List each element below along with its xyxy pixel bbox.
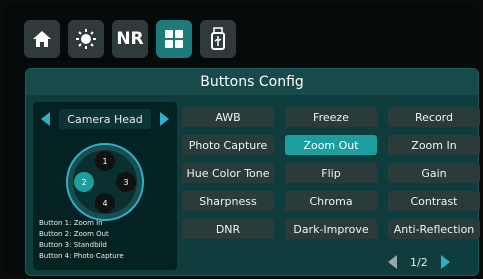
function-button-zoom-in[interactable]: Zoom In bbox=[388, 135, 480, 155]
function-button-record[interactable]: Record bbox=[388, 107, 480, 127]
svg-text:2: 2 bbox=[81, 178, 86, 187]
app-frame: NR Buttons Config Camera Head 1 2 3 4 Bu… bbox=[4, 4, 480, 276]
function-button-sharpness[interactable]: Sharpness bbox=[182, 191, 274, 211]
tab-noise-reduction[interactable]: NR bbox=[112, 20, 148, 58]
grid-icon bbox=[165, 30, 183, 48]
function-button-contrast[interactable]: Contrast bbox=[388, 191, 480, 211]
function-button-freeze[interactable]: Freeze bbox=[285, 107, 377, 127]
assignment-1: Button 1: Zoom In bbox=[39, 219, 103, 227]
svg-text:1: 1 bbox=[102, 157, 107, 166]
arrow-right-icon bbox=[160, 112, 169, 126]
nr-icon: NR bbox=[116, 29, 144, 49]
device-pane: Camera Head 1 2 3 4 Button 1: Zoom In Bu… bbox=[33, 102, 177, 270]
next-device-button[interactable] bbox=[157, 110, 171, 128]
home-icon bbox=[33, 31, 51, 47]
dpad-button-2[interactable]: 2 bbox=[74, 172, 94, 192]
next-page-icon[interactable] bbox=[440, 255, 450, 269]
function-button-dark-improve[interactable]: Dark-Improve bbox=[285, 219, 377, 239]
buttons-config-panel: Buttons Config Camera Head 1 2 3 4 Butto… bbox=[25, 68, 480, 276]
button-dpad: 1 2 3 4 bbox=[66, 143, 144, 221]
sun-icon bbox=[76, 29, 96, 49]
dpad-button-3[interactable]: 3 bbox=[116, 172, 136, 192]
svg-text:4: 4 bbox=[102, 199, 107, 208]
prev-device-button[interactable] bbox=[39, 110, 53, 128]
page-indicator: 1/2 bbox=[410, 255, 428, 269]
tab-home[interactable] bbox=[24, 20, 60, 58]
assignment-4: Button 4: Photo Capture bbox=[39, 252, 124, 260]
function-button-photo-capture[interactable]: Photo Capture bbox=[182, 135, 274, 155]
function-button-gain[interactable]: Gain bbox=[388, 163, 480, 183]
tab-brightness[interactable] bbox=[68, 20, 104, 58]
panel-title: Buttons Config bbox=[26, 69, 478, 95]
tab-buttons[interactable] bbox=[156, 20, 192, 58]
dpad-button-1[interactable]: 1 bbox=[95, 151, 115, 171]
function-button-flip[interactable]: Flip bbox=[285, 163, 377, 183]
prev-page-icon[interactable] bbox=[388, 255, 398, 269]
assignment-3: Button 3: Standbild bbox=[39, 241, 107, 249]
function-button-hue-color-tone[interactable]: Hue Color Tone bbox=[182, 163, 274, 183]
arrow-left-icon bbox=[41, 112, 50, 126]
button-assignment-list: Button 1: Zoom In Button 2: Zoom Out But… bbox=[39, 218, 124, 262]
function-button-dnr[interactable]: DNR bbox=[182, 219, 274, 239]
function-button-zoom-out[interactable]: Zoom Out bbox=[285, 135, 377, 155]
assignment-2: Button 2: Zoom Out bbox=[39, 230, 109, 238]
usb-icon bbox=[211, 27, 225, 50]
function-button-anti-reflection[interactable]: Anti-Reflection bbox=[388, 219, 480, 239]
device-label: Camera Head bbox=[59, 109, 151, 129]
pager: 1/2 bbox=[388, 255, 450, 269]
tab-usb[interactable] bbox=[200, 20, 236, 58]
device-selector: Camera Head bbox=[33, 108, 177, 130]
dpad-button-4[interactable]: 4 bbox=[95, 193, 115, 213]
svg-text:3: 3 bbox=[123, 178, 128, 187]
function-button-awb[interactable]: AWB bbox=[182, 107, 274, 127]
function-button-chroma[interactable]: Chroma bbox=[285, 191, 377, 211]
top-tab-bar: NR bbox=[24, 20, 236, 58]
function-grid: AWB Freeze Record Photo Capture Zoom Out… bbox=[182, 107, 480, 239]
